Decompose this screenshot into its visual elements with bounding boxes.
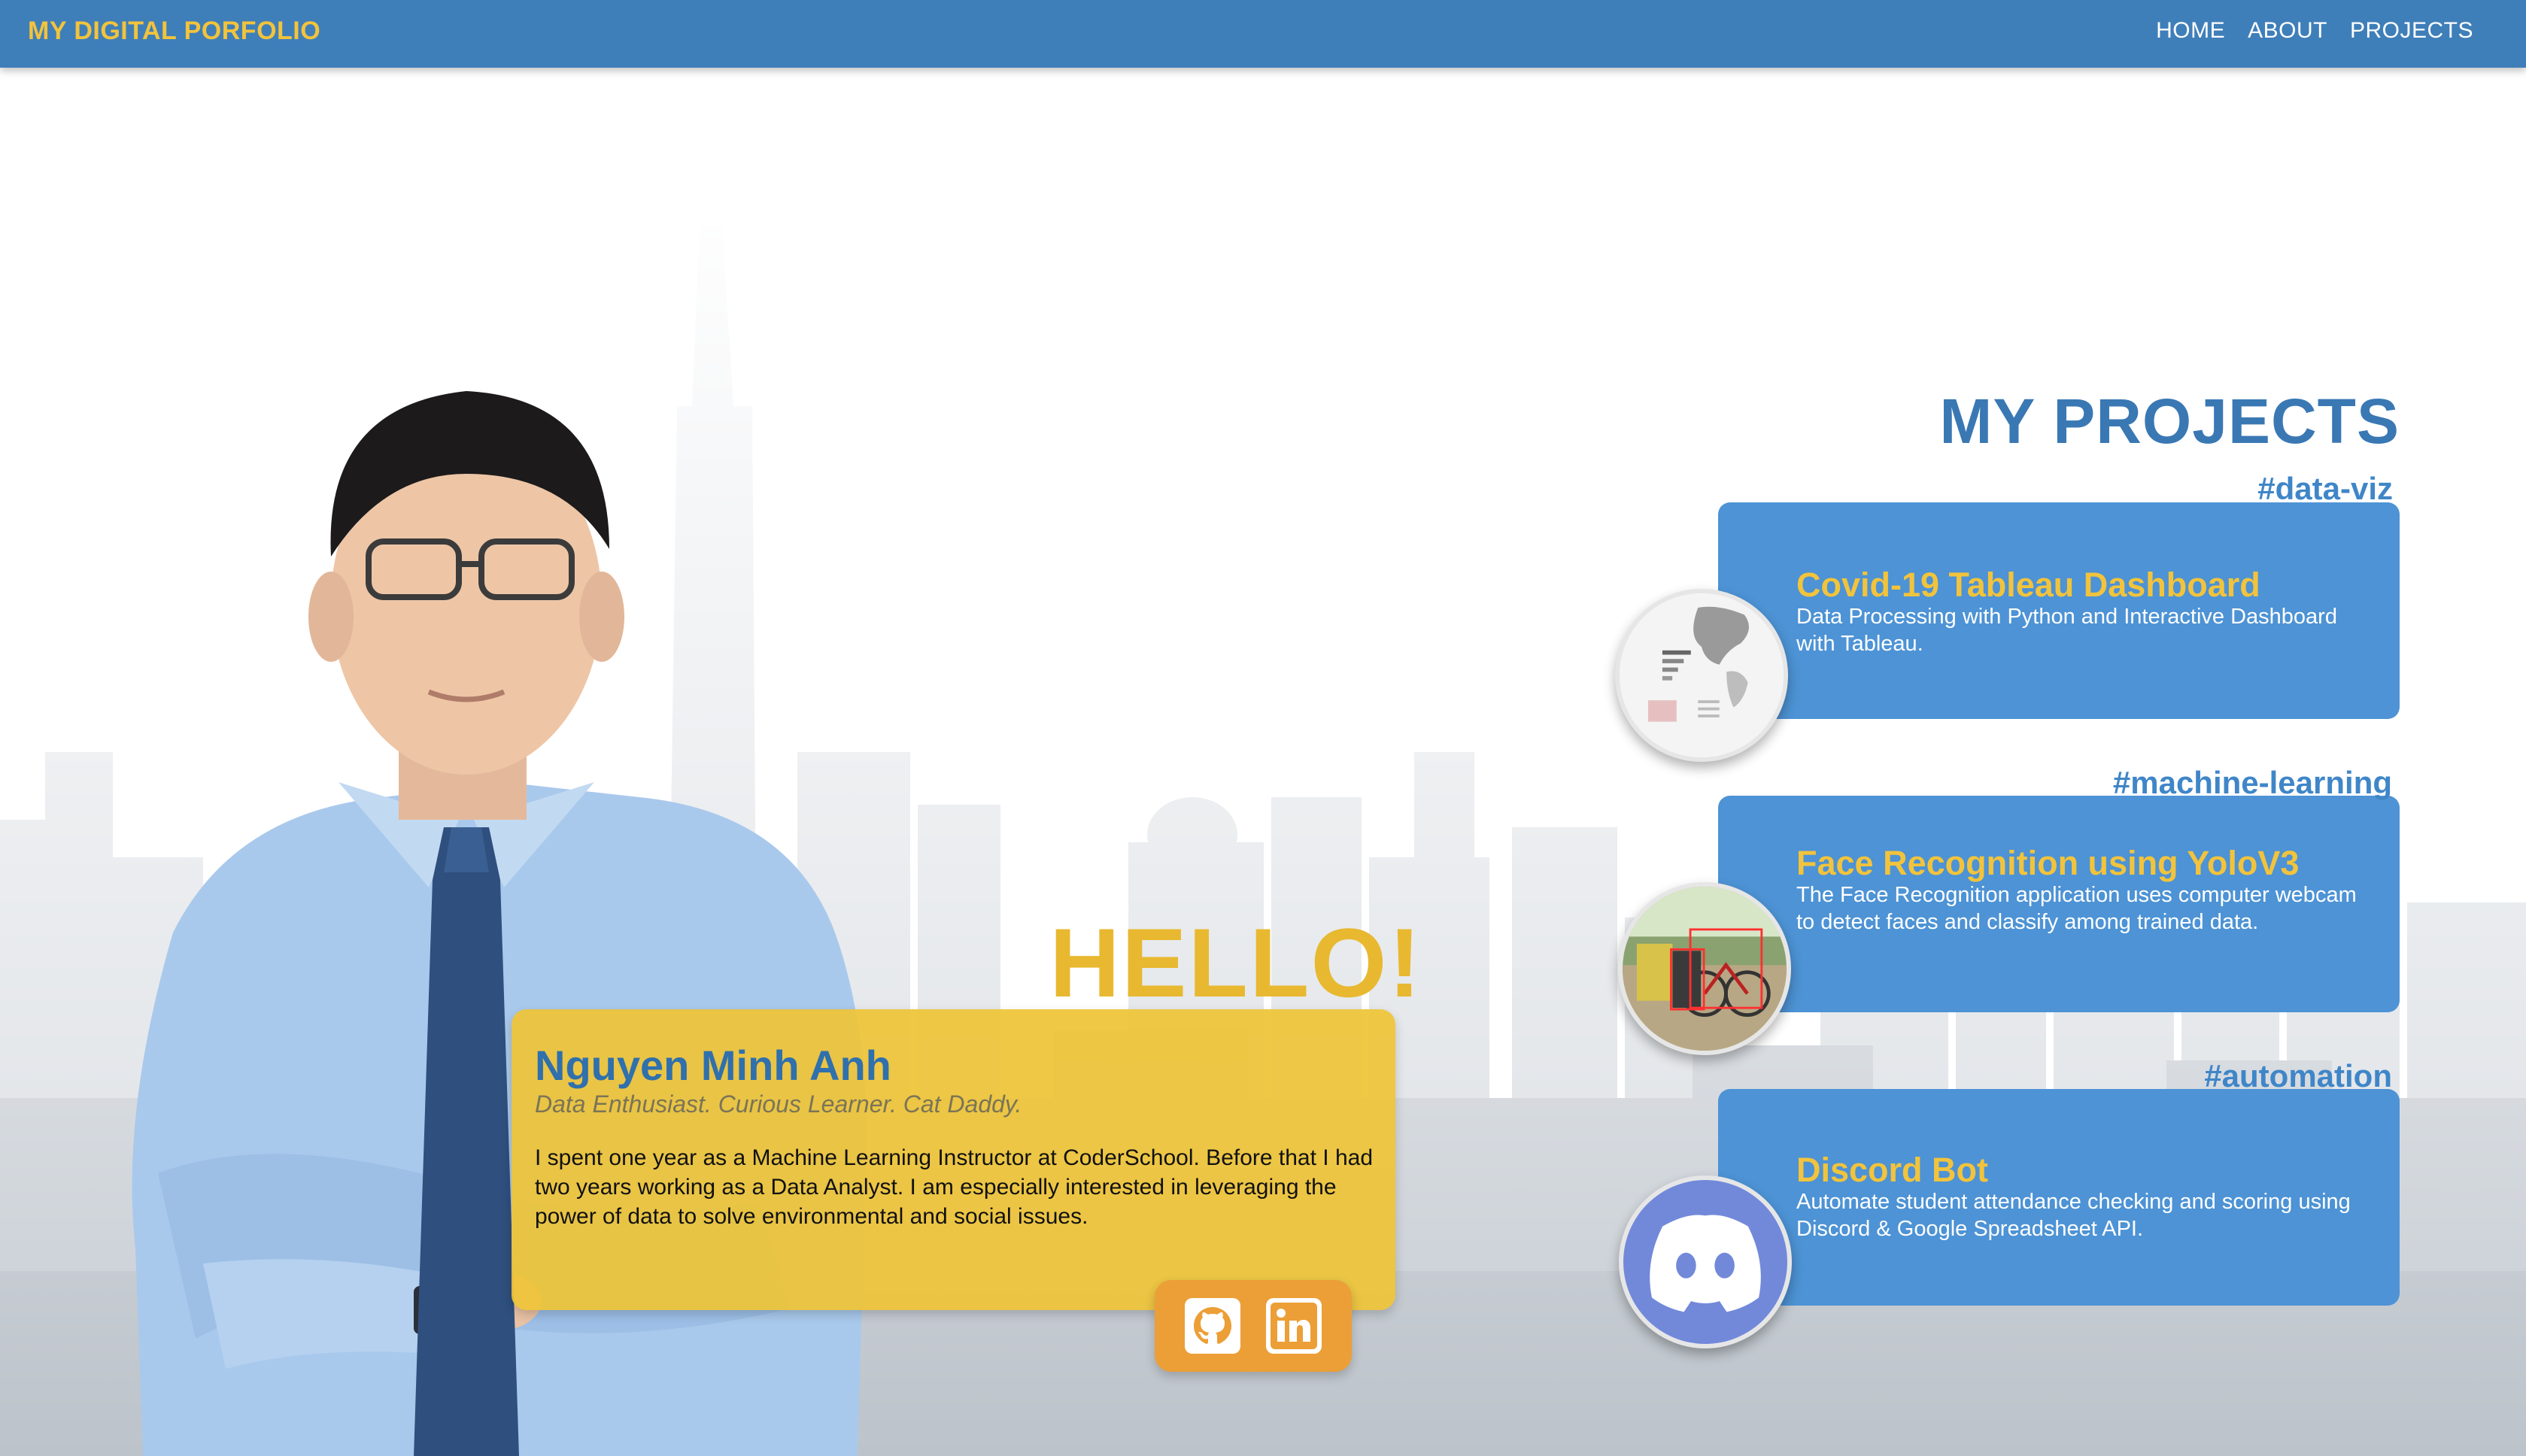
project-description: Automate student attendance checking and… — [1796, 1190, 2351, 1241]
brand-logo-link[interactable]: MY DIGITAL PORFOLIO — [28, 17, 320, 46]
face-recognition-thumbnail[interactable] — [1618, 882, 1791, 1055]
project-title: Discord Bot — [1796, 1151, 1989, 1189]
profile-tagline: Data Enthusiast. Curious Learner. Cat Da… — [535, 1090, 1022, 1118]
project-tag[interactable]: #data-viz — [2257, 471, 2393, 507]
discord-logo-thumbnail[interactable] — [1619, 1175, 1792, 1348]
nav-link-about[interactable]: ABOUT — [2248, 18, 2327, 44]
project-title: Face Recognition using YoloV3 — [1796, 844, 2300, 882]
project-card-discord-bot[interactable]: Discord Bot Automate student attendance … — [1718, 1089, 2400, 1306]
profile-bio: I spent one year as a Machine Learning I… — [535, 1145, 1373, 1229]
hello-heading: HELLO! — [1049, 908, 1422, 1018]
nav-link-home[interactable]: HOME — [2156, 18, 2225, 44]
profile-name: Nguyen Minh Anh — [535, 1042, 891, 1089]
dashboard-thumbnail[interactable] — [1615, 589, 1788, 762]
nav-link-projects[interactable]: PROJECTS — [2350, 18, 2473, 44]
project-description: Data Processing with Python and Interact… — [1796, 605, 2337, 656]
project-card-covid-dashboard[interactable]: Covid-19 Tableau Dashboard Data Processi… — [1718, 502, 2400, 719]
project-tag[interactable]: #machine-learning — [2113, 765, 2392, 801]
social-links — [1155, 1280, 1352, 1372]
intro-card: Nguyen Minh Anh Data Enthusiast. Curious… — [512, 1009, 1395, 1310]
linkedin-icon[interactable] — [1266, 1298, 1322, 1354]
project-card-face-recognition[interactable]: Face Recognition using YoloV3 The Face R… — [1718, 796, 2400, 1012]
project-description: The Face Recognition application uses co… — [1796, 883, 2357, 934]
github-icon[interactable] — [1185, 1298, 1240, 1354]
projects-heading: MY PROJECTS — [1939, 386, 2400, 457]
nav-links: HOME ABOUT PROJECTS — [2156, 18, 2473, 44]
project-tag[interactable]: #automation — [2204, 1058, 2392, 1094]
top-navbar: MY DIGITAL PORFOLIO HOME ABOUT PROJECTS — [0, 0, 2526, 68]
project-title: Covid-19 Tableau Dashboard — [1796, 566, 2260, 604]
